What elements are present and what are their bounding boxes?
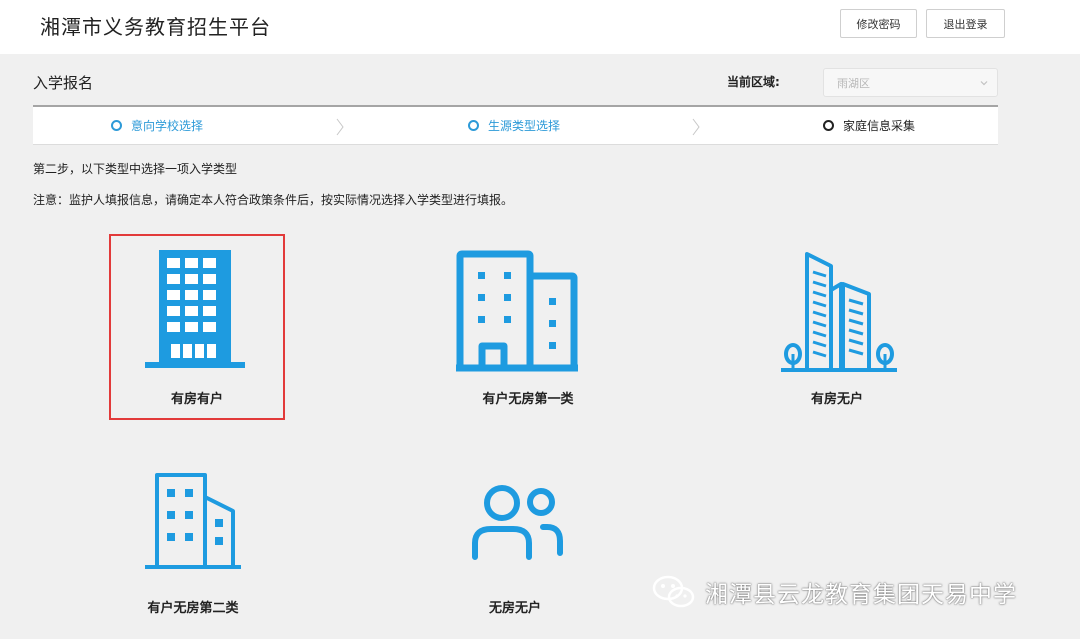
watermark-text: 湘潭县云龙教育集团天易中学 [705,582,1017,608]
option-label: 有户无房第二类 [147,601,239,616]
top-bar: 湘潭市义务教育招生平台 修改密码 退出登录 [0,0,1080,54]
step-label: 意向学校选择 [131,119,204,133]
watermark: 湘潭县云龙教育集团天易中学 [652,574,1017,610]
office-tower-icon [145,250,245,368]
step-label: 生源类型选择 [488,119,561,133]
step-label: 家庭信息采集 [843,119,916,133]
region-select[interactable]: 雨湖区 [823,68,998,97]
chevron-down-icon [980,81,988,86]
step-circle-icon [111,120,122,131]
change-password-button[interactable]: 修改密码 [840,9,917,38]
option-label: 有房有户 [170,392,223,407]
page-title: 入学报名 [33,74,94,92]
step-source-type: 生源类型选择 [468,117,560,134]
step-circle-icon [468,120,479,131]
option-card-house-no-hukou[interactable]: 有房无户 [749,234,925,420]
option-card-house-and-hukou[interactable]: 有房有户 [109,234,285,420]
option-card-no-house-no-hukou[interactable]: 无房无户 [427,455,603,639]
high-rise-trees-icon [781,252,897,372]
step-circle-icon [823,120,834,131]
app-title: 湘潭市义务教育招生平台 [40,15,271,39]
twin-buildings-icon [456,250,578,372]
notice-text: 注意：监护人填报信息，请确定本人符合政策条件后，按实际情况选择入学类型进行填报。 [33,193,514,207]
people-icon [472,485,563,560]
chevron-right-icon [336,118,344,136]
option-card-hukou-no-house-type1[interactable]: 有户无房第一类 [440,234,616,420]
option-card-hukou-no-house-type2[interactable]: 有户无房第二类 [105,455,281,639]
option-label: 有户无房第一类 [482,392,574,407]
option-label: 无房无户 [488,601,541,616]
chevron-right-icon [692,118,700,136]
option-label: 有房无户 [810,392,863,407]
region-label: 当前区域: [727,75,780,89]
wechat-icon [652,575,695,608]
building-annex-icon [145,473,241,569]
region-value: 雨湖区 [837,76,870,90]
step-progress: 意向学校选择 生源类型选择 家庭信息采集 [33,105,998,145]
logout-button[interactable]: 退出登录 [926,9,1005,38]
step-instruction: 第二步，以下类型中选择一项入学类型 [33,162,238,176]
step-family-info: 家庭信息采集 [823,117,915,134]
step-school-choice: 意向学校选择 [111,117,203,134]
